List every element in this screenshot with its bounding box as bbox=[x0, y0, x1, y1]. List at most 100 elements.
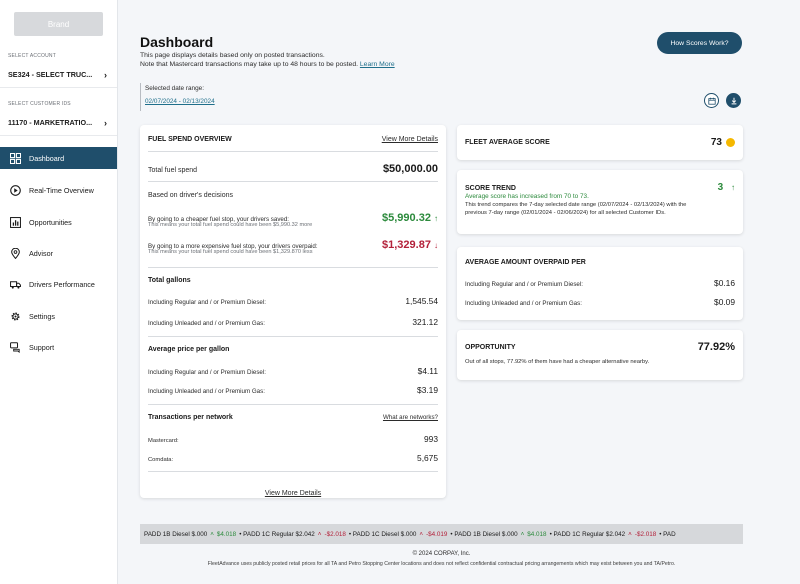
brand-logo: Brand bbox=[14, 12, 103, 36]
nav-label: Dashboard bbox=[29, 153, 65, 163]
page-note: Note that Mastercard transactions may ta… bbox=[140, 61, 395, 68]
bottom-view-more-details-link[interactable]: View More Details bbox=[265, 490, 321, 497]
score-trend-value-wrap: 3 ↑ bbox=[718, 182, 735, 193]
ticker-up-icon: ˄ bbox=[520, 530, 525, 538]
opportunity-title: OPPORTUNITY bbox=[465, 343, 516, 351]
ticker-change: $4.018 bbox=[527, 530, 547, 538]
score-trend-card: SCORE TREND 3 ↑ Average score has increa… bbox=[457, 170, 743, 234]
location-pin-icon bbox=[9, 247, 22, 260]
nav-item-opportunities[interactable]: Opportunities bbox=[0, 211, 117, 233]
ticker-up-icon: ˄ bbox=[210, 530, 214, 538]
nav-item-settings[interactable]: Settings bbox=[0, 305, 117, 327]
price-gas-value: $3.19 bbox=[417, 385, 438, 395]
opportunity-desc: Out of all stops, 77.92% of them have ha… bbox=[465, 359, 650, 365]
footer-disclaimer: FleetAdvance uses publicly posted retail… bbox=[207, 561, 676, 567]
view-more-details-link[interactable]: View More Details bbox=[382, 136, 438, 143]
mastercard-value: 993 bbox=[424, 434, 438, 444]
price-gas-label: Including Unleaded and / or Premium Gas: bbox=[148, 388, 265, 395]
nav-label: Settings bbox=[29, 311, 55, 321]
ticker-item: • PADD 1C Diesel $.000 bbox=[348, 530, 417, 538]
chat-icon bbox=[9, 341, 22, 354]
divider bbox=[148, 151, 438, 152]
score-trend-value: 3 bbox=[717, 182, 724, 193]
score-trend-desc1: This trend compares the 7-day selected d… bbox=[465, 202, 687, 208]
divider bbox=[148, 181, 438, 182]
gallons-gas-label: Including Unleaded and / or Premium Gas: bbox=[148, 320, 265, 327]
customer-select[interactable]: 11170 - MARKETRATIO... › bbox=[0, 110, 117, 136]
total-fuel-spend-label: Total fuel spend bbox=[148, 167, 198, 174]
page-title: Dashboard bbox=[140, 34, 214, 50]
opportunity-value: 77.92% bbox=[697, 341, 735, 353]
how-scores-work-button[interactable]: How Scores Work? bbox=[657, 32, 742, 54]
fleet-average-score-card: FLEET AVERAGE SCORE 73 bbox=[457, 125, 743, 160]
date-range-block: Selected date range: 02/07/2024 - 02/13/… bbox=[140, 83, 215, 111]
total-gallons-title: Total gallons bbox=[148, 277, 191, 284]
divider bbox=[148, 336, 438, 337]
ticker-down-icon: ˄ bbox=[419, 530, 424, 538]
what-are-networks-link[interactable]: What are networks? bbox=[383, 414, 438, 421]
customer-select-value: 11170 - MARKETRATIO... bbox=[8, 118, 93, 127]
chart-icon bbox=[9, 216, 22, 229]
network-title: Transactions per network bbox=[148, 414, 233, 421]
ticker-item: • PAD bbox=[659, 530, 676, 538]
ticker-change: -$2.018 bbox=[324, 530, 346, 538]
score-trend-headline: Average score has increased from 70 to 7… bbox=[465, 193, 589, 200]
avg-overpaid-gas-label: Including Unleaded and / or Premium Gas: bbox=[465, 300, 582, 307]
page-note-text: Note that Mastercard transactions may ta… bbox=[140, 61, 358, 68]
avg-overpaid-gas-value: $0.09 bbox=[714, 297, 735, 307]
calendar-button[interactable] bbox=[704, 93, 719, 108]
comdata-label: Comdata: bbox=[148, 457, 174, 463]
nav-item-advisor[interactable]: Advisor bbox=[0, 242, 117, 264]
download-icon bbox=[731, 97, 736, 104]
nav-item-support[interactable]: Support bbox=[0, 336, 117, 358]
learn-more-link[interactable]: Learn More bbox=[360, 61, 395, 68]
fleet-score-title: FLEET AVERAGE SCORE bbox=[465, 139, 550, 146]
score-trend-title: SCORE TREND bbox=[465, 185, 516, 192]
nav-item-drivers-performance[interactable]: Drivers Performance bbox=[0, 273, 117, 295]
calendar-icon bbox=[707, 97, 716, 105]
sidebar: Brand SELECT ACCOUNT SE324 - SELECT TRUC… bbox=[0, 0, 118, 584]
nav-label: Drivers Performance bbox=[29, 279, 95, 289]
nav-label: Support bbox=[29, 342, 55, 352]
nav-item-dashboard[interactable]: Dashboard bbox=[0, 147, 117, 169]
score-trend-desc2: previous 7-day range (02/01/2024 - 02/06… bbox=[465, 210, 666, 216]
ticker-change: $4.018 bbox=[216, 530, 237, 538]
divider bbox=[148, 404, 438, 405]
arrow-up-icon: ↑ bbox=[731, 183, 735, 192]
truck-icon bbox=[9, 278, 22, 291]
ticker-item: • PADD 1C Regular $2.042 bbox=[239, 530, 315, 538]
fuel-card-title: FUEL SPEND OVERVIEW bbox=[148, 136, 232, 143]
date-range-label: Selected date range: bbox=[145, 85, 204, 92]
score-status-dot bbox=[726, 138, 735, 147]
ticker-item: • PADD 1B Diesel $.000 bbox=[450, 530, 518, 538]
nav-label: Opportunities bbox=[29, 217, 72, 227]
grid-icon bbox=[9, 152, 22, 165]
fuel-spend-card: FUEL SPEND OVERVIEW View More Details To… bbox=[140, 125, 446, 498]
ticker-change: -$2.018 bbox=[634, 530, 657, 538]
play-circle-icon bbox=[9, 184, 22, 197]
avg-overpaid-title: AVERAGE AMOUNT OVERPAID PER bbox=[465, 259, 586, 266]
total-fuel-spend-value: $50,000.00 bbox=[382, 163, 438, 175]
account-select[interactable]: SE324 - SELECT TRUC... › bbox=[0, 62, 117, 88]
date-range-link[interactable]: 02/07/2024 - 02/13/2024 bbox=[145, 98, 215, 105]
divider bbox=[148, 471, 438, 472]
footer-copyright: © 2024 CORPAY, Inc. bbox=[412, 551, 471, 557]
nav-item-real-time-overview[interactable]: Real-Time Overview bbox=[0, 179, 117, 201]
avg-overpaid-diesel-value: $0.16 bbox=[714, 278, 735, 288]
average-overpaid-card: AVERAGE AMOUNT OVERPAID PER Including Re… bbox=[457, 247, 743, 320]
ticker-item: PADD 1B Diesel $.000 bbox=[144, 530, 208, 538]
gallons-diesel-value: 1,545.54 bbox=[405, 296, 438, 306]
price-diesel-label: Including Regular and / or Premium Diese… bbox=[148, 369, 266, 376]
account-select-value: SE324 - SELECT TRUC... bbox=[8, 70, 93, 79]
download-button[interactable] bbox=[726, 93, 741, 108]
saved-note: This means your total fuel spend could h… bbox=[148, 222, 313, 228]
avg-overpaid-diesel-label: Including Regular and / or Premium Diese… bbox=[465, 281, 583, 288]
price-ticker: PADD 1B Diesel $.000 ˄ $4.018 • PADD 1C … bbox=[140, 524, 743, 544]
overpaid-note: This means your total fuel spend could h… bbox=[148, 249, 313, 255]
avg-price-title: Average price per gallon bbox=[148, 346, 230, 353]
price-diesel-value: $4.11 bbox=[417, 366, 438, 376]
select-account-label: SELECT ACCOUNT bbox=[8, 53, 56, 59]
ticker-item: • PADD 1C Regular $2.042 bbox=[549, 530, 626, 538]
decisions-title: Based on driver's decisions bbox=[148, 192, 233, 199]
ticker-change: -$4.019 bbox=[426, 530, 448, 538]
